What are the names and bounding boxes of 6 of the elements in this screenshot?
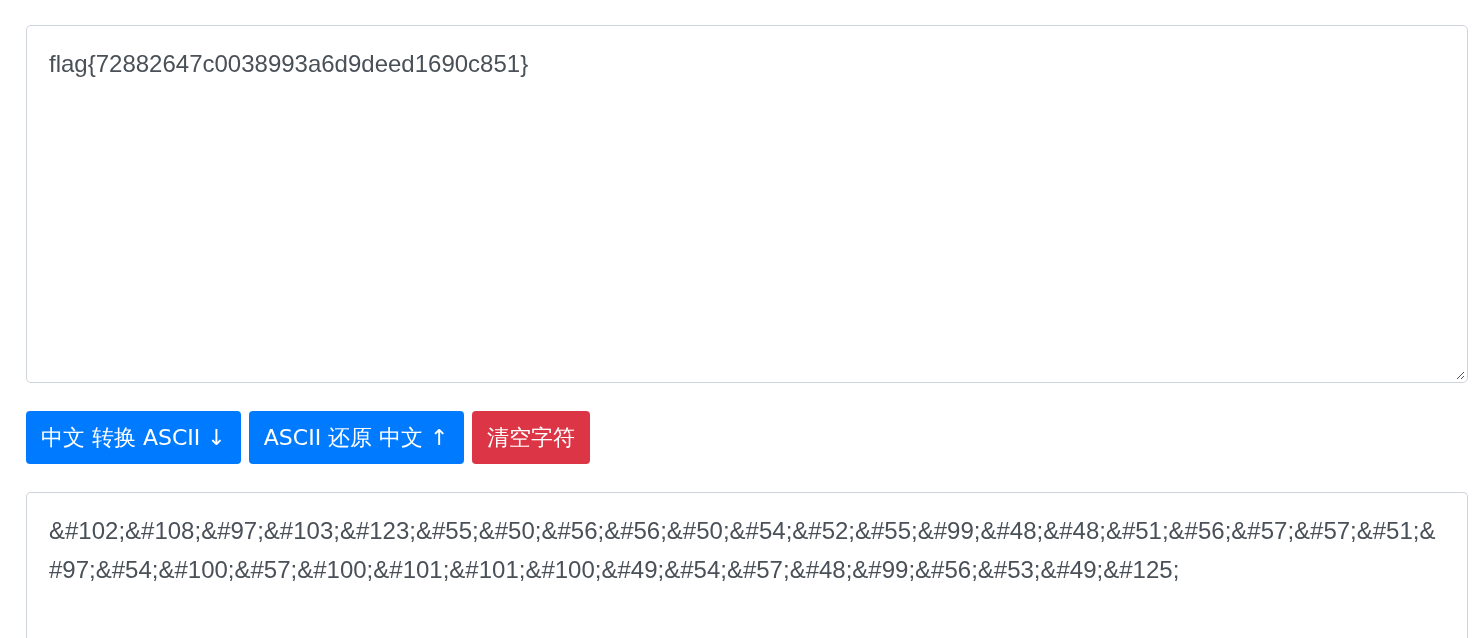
- output-field[interactable]: &#102;&#108;&#97;&#103;&#123;&#55;&#50;&#56;&#56;&#50;&#54;&#52;&#55;&#99;&#48;&#48;&#51;&#56;&#57;&#57;&#51;&#97;&#54;&#100;&#57;&#100;&#101;&#101;&#100;&#49;&#54;&#57;&#48;&#99;&#56;&#53;&#49;&#125;: [26, 492, 1468, 638]
- action-button[interactable]: 清空字符: [471, 411, 590, 464]
- action-button[interactable]: ASCII 还原 中文 ↑: [248, 411, 464, 464]
- resize-handle-icon[interactable]: [1455, 370, 1465, 380]
- input-field[interactable]: flag{72882647c0038993a6d9deed1690c851}: [26, 25, 1468, 383]
- action-button[interactable]: 中文 转换 ASCII ↓: [26, 411, 241, 464]
